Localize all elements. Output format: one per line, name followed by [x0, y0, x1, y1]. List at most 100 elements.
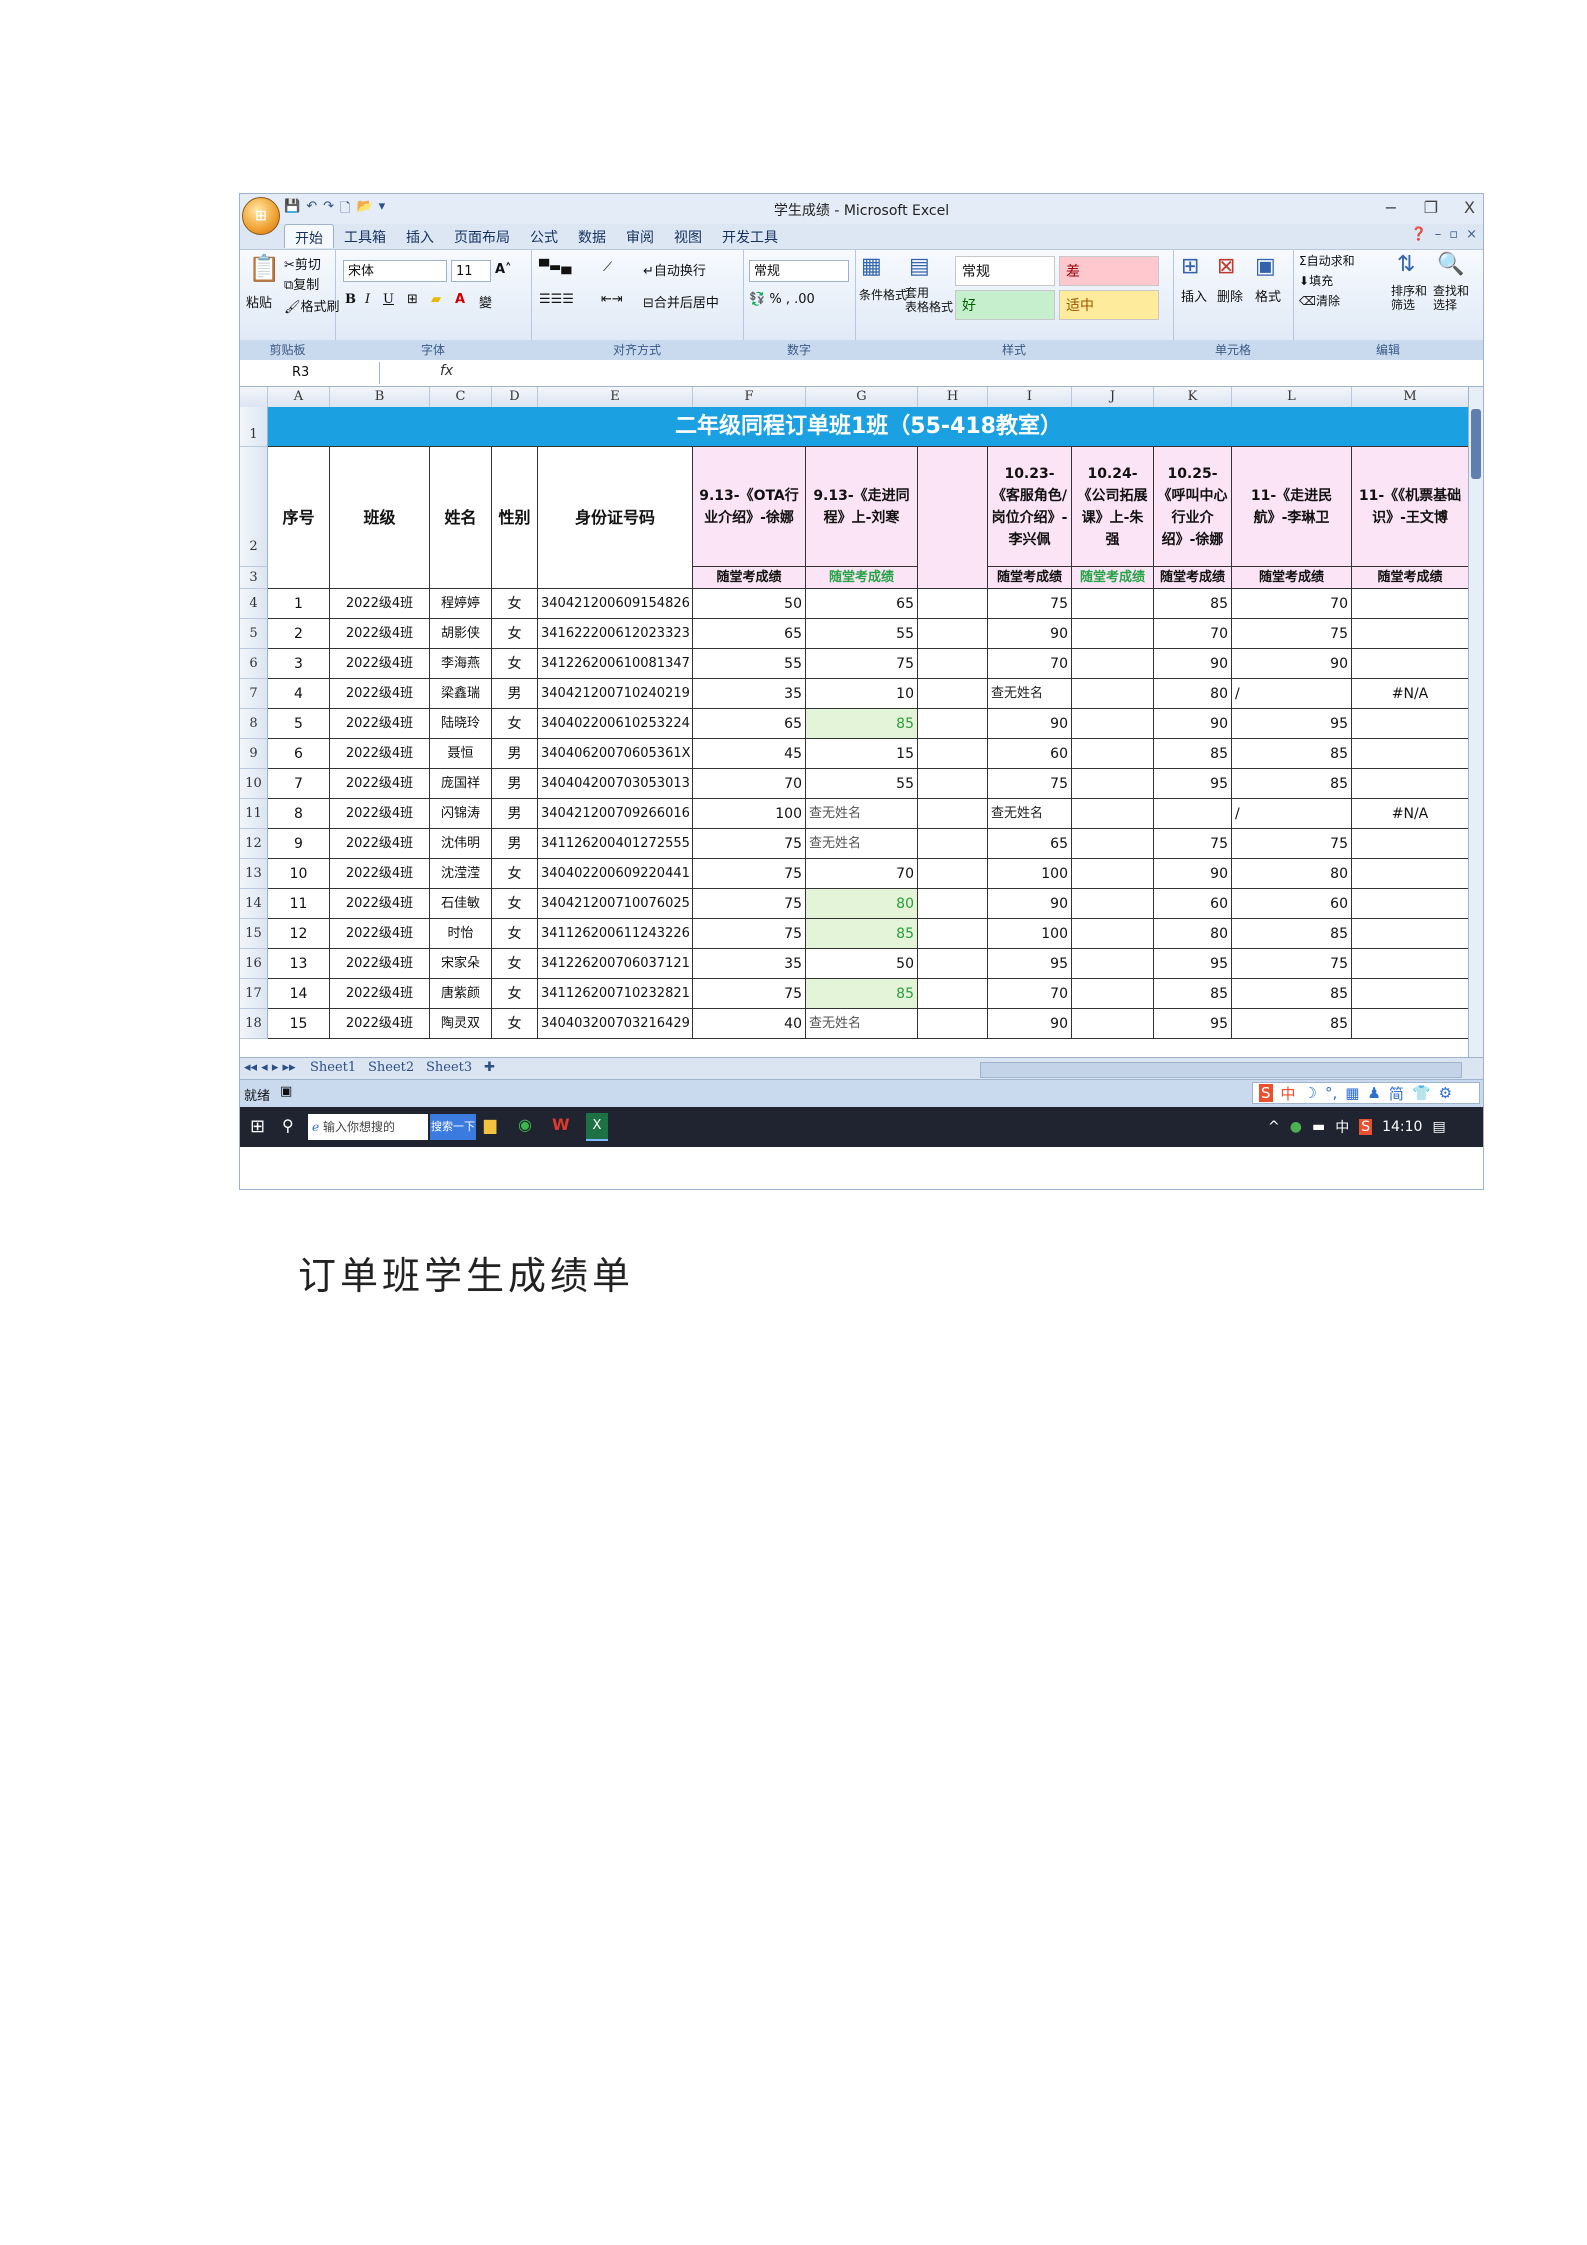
table-cell[interactable] [1352, 889, 1469, 919]
table-cell[interactable] [1352, 709, 1469, 739]
header-course-g[interactable]: 9.13-《走进同程》上-刘寒 [806, 447, 918, 567]
table-cell[interactable] [1352, 979, 1469, 1009]
table-cell[interactable]: 女 [492, 979, 538, 1009]
table-cell[interactable]: 95 [1154, 949, 1232, 979]
row-header[interactable]: 13 [240, 859, 268, 889]
ribbon-close-icon[interactable]: × [1466, 227, 1477, 242]
row-header[interactable]: 15 [240, 919, 268, 949]
table-cell[interactable]: 3 [268, 649, 330, 679]
sub-label-k[interactable]: 随堂考成绩 [1154, 567, 1232, 589]
col-header-d[interactable]: D [492, 387, 538, 407]
header-seq[interactable]: 序号 [268, 447, 330, 589]
table-cell[interactable]: 35 [693, 679, 806, 709]
font-grow-icon[interactable]: A˄ [495, 262, 512, 277]
table-cell[interactable]: 85 [1154, 589, 1232, 619]
underline-button[interactable]: U [383, 292, 394, 307]
table-cell[interactable]: 70 [806, 859, 918, 889]
table-cell[interactable]: 85 [1232, 739, 1352, 769]
table-cell[interactable]: 341126200611243226 [538, 919, 693, 949]
insert-sheet-icon[interactable]: ✚ [484, 1060, 495, 1075]
table-cell[interactable]: 60 [1232, 889, 1352, 919]
table-cell[interactable] [1072, 589, 1154, 619]
table-cell[interactable]: 4 [268, 679, 330, 709]
table-cell[interactable] [918, 1009, 988, 1039]
table-format-icon[interactable]: ▤ [909, 254, 930, 279]
header-course-j[interactable]: 10.24-《公司拓展课》上-朱强 [1072, 447, 1154, 567]
table-cell[interactable]: 9 [268, 829, 330, 859]
table-cell[interactable]: 95 [1232, 709, 1352, 739]
table-cell[interactable]: 340404200703053013 [538, 769, 693, 799]
help-icon[interactable]: ❓ [1411, 227, 1427, 242]
table-cell[interactable]: 14 [268, 979, 330, 1009]
table-cell[interactable]: 80 [1154, 679, 1232, 709]
sub-label-j[interactable]: 随堂考成绩 [1072, 567, 1154, 589]
table-cell[interactable]: 340421200710076025 [538, 889, 693, 919]
table-cell[interactable] [1072, 1009, 1154, 1039]
table-cell[interactable] [1072, 619, 1154, 649]
table-cell[interactable]: 341622200612023323 [538, 619, 693, 649]
sheet-tab-1[interactable]: Sheet1 [310, 1060, 356, 1075]
header-course-i[interactable]: 10.23-《客服角色/岗位介绍》-李兴佩 [988, 447, 1072, 567]
row-header[interactable]: 18 [240, 1009, 268, 1039]
chrome-icon[interactable]: ◉ [518, 1115, 532, 1134]
table-cell[interactable]: 12 [268, 919, 330, 949]
orientation-icon[interactable]: ⟋ [603, 260, 612, 275]
table-cell[interactable]: 女 [492, 589, 538, 619]
table-cell[interactable]: 40 [693, 1009, 806, 1039]
table-cell[interactable]: 100 [988, 859, 1072, 889]
table-cell[interactable]: 女 [492, 649, 538, 679]
font-size-select[interactable]: 11 [451, 260, 491, 282]
table-cell[interactable]: 查无姓名 [988, 799, 1072, 829]
table-cell[interactable]: 2022级4班 [330, 619, 430, 649]
table-cell[interactable]: 100 [693, 799, 806, 829]
indent-icon[interactable]: ⇤⇥ [601, 292, 623, 307]
table-cell[interactable] [1352, 739, 1469, 769]
table-cell[interactable]: 时怡 [430, 919, 492, 949]
row-header-1[interactable]: 1 [240, 407, 268, 447]
table-cell[interactable]: 75 [988, 769, 1072, 799]
table-cell[interactable]: 85 [1232, 769, 1352, 799]
phonetic-icon[interactable]: 變 [479, 292, 492, 311]
row-header[interactable]: 11 [240, 799, 268, 829]
table-cell[interactable]: 90 [1154, 709, 1232, 739]
fx-icon[interactable]: fx [440, 363, 453, 379]
row-header[interactable]: 9 [240, 739, 268, 769]
table-cell[interactable]: 95 [988, 949, 1072, 979]
table-cell[interactable] [1072, 649, 1154, 679]
table-cell[interactable]: 梁鑫瑞 [430, 679, 492, 709]
row-header[interactable]: 7 [240, 679, 268, 709]
table-cell[interactable]: 75 [693, 829, 806, 859]
horizontal-scrollbar[interactable] [980, 1062, 1462, 1078]
table-cell[interactable]: 2022级4班 [330, 679, 430, 709]
table-cell[interactable]: 2022级4班 [330, 859, 430, 889]
table-cell[interactable]: 1 [268, 589, 330, 619]
table-cell[interactable]: 341226200706037121 [538, 949, 693, 979]
header-course-l[interactable]: 11-《走进民航》-李琳卫 [1232, 447, 1352, 567]
table-cell[interactable]: 2022级4班 [330, 799, 430, 829]
skin-icon[interactable]: 👕 [1412, 1084, 1431, 1102]
col-header-b[interactable]: B [330, 387, 430, 407]
table-cell[interactable]: 2022级4班 [330, 829, 430, 859]
tab-page-layout[interactable]: 页面布局 [444, 224, 520, 248]
sheet-tab-3[interactable]: Sheet3 [426, 1060, 472, 1075]
table-cell[interactable]: 李海燕 [430, 649, 492, 679]
table-cell[interactable]: 60 [1154, 889, 1232, 919]
table-cell[interactable]: 2 [268, 619, 330, 649]
table-cell[interactable] [918, 889, 988, 919]
sub-label-l[interactable]: 随堂考成绩 [1232, 567, 1352, 589]
ime-lang[interactable]: 中 [1281, 1083, 1296, 1104]
sheet-nav-arrows-icon[interactable]: ◂◂ ◂ ▸ ▸▸ [244, 1060, 296, 1075]
table-cell[interactable]: 沈伟明 [430, 829, 492, 859]
table-cell[interactable] [918, 709, 988, 739]
table-cell[interactable]: 65 [693, 709, 806, 739]
table-cell[interactable]: 35 [693, 949, 806, 979]
file-explorer-icon[interactable]: ▆ [484, 1115, 496, 1134]
sheet-title[interactable]: 二年级同程订单班1班（55-418教室） [268, 407, 1469, 447]
table-cell[interactable]: 2022级4班 [330, 589, 430, 619]
row-header[interactable]: 14 [240, 889, 268, 919]
sub-label-f[interactable]: 随堂考成绩 [693, 567, 806, 589]
copy-button[interactable]: ⧉复制 [284, 274, 319, 293]
table-cell[interactable]: 2022级4班 [330, 1009, 430, 1039]
table-cell[interactable]: 85 [1232, 979, 1352, 1009]
tab-insert[interactable]: 插入 [396, 224, 444, 248]
